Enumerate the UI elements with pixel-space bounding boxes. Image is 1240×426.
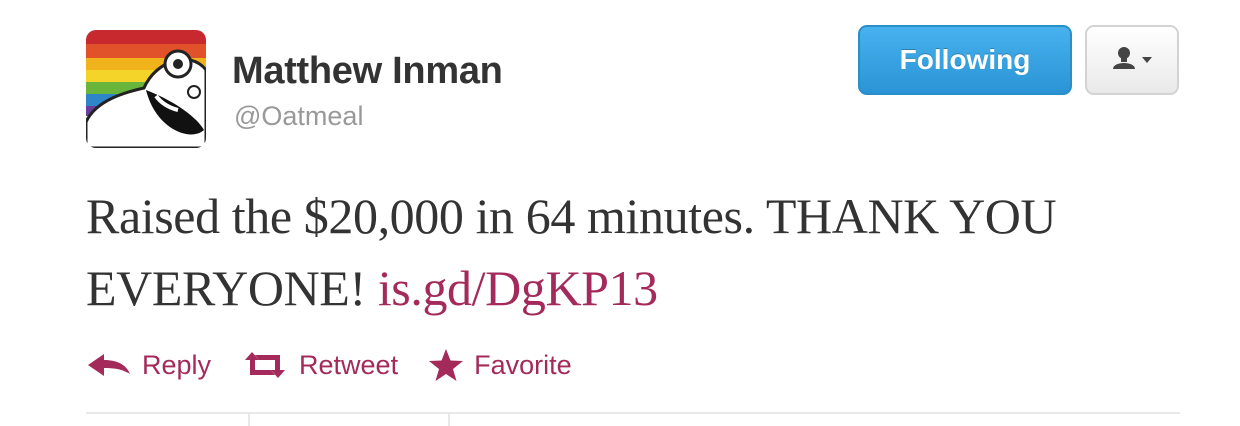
- user-handle[interactable]: @Oatmeal: [234, 101, 363, 132]
- following-button-label: Following: [899, 44, 1031, 75]
- display-name[interactable]: Matthew Inman: [232, 50, 503, 93]
- stats-divider: [86, 412, 1180, 414]
- chevron-down-icon: [1141, 51, 1153, 69]
- retweet-icon: [241, 350, 289, 380]
- favorite-label: Favorite: [474, 349, 572, 380]
- star-icon: [428, 348, 464, 382]
- following-button[interactable]: Following: [858, 25, 1072, 95]
- tweet-text: Raised the $20,000 in 64 minutes. THANK …: [86, 180, 1196, 324]
- retweet-label: Retweet: [299, 349, 399, 380]
- stats-divider-tick: [448, 412, 450, 426]
- user-actions-dropdown-button[interactable]: [1085, 25, 1179, 95]
- stats-divider-tick: [248, 412, 250, 426]
- oatmeal-avatar-image: [86, 30, 206, 148]
- tweet-card: Matthew Inman @Oatmeal Following Raised …: [0, 0, 1240, 426]
- reply-label: Reply: [142, 349, 212, 380]
- tweet-link[interactable]: is.gd/DgKP13: [378, 260, 658, 316]
- reply-button[interactable]: Reply: [86, 350, 211, 381]
- retweet-button[interactable]: Retweet: [241, 350, 398, 381]
- person-icon: [1111, 45, 1137, 76]
- favorite-button[interactable]: Favorite: [428, 348, 572, 382]
- tweet-actions: Reply Retweet Favorite: [86, 345, 602, 385]
- reply-arrow-icon: [86, 352, 132, 378]
- avatar[interactable]: [86, 30, 206, 148]
